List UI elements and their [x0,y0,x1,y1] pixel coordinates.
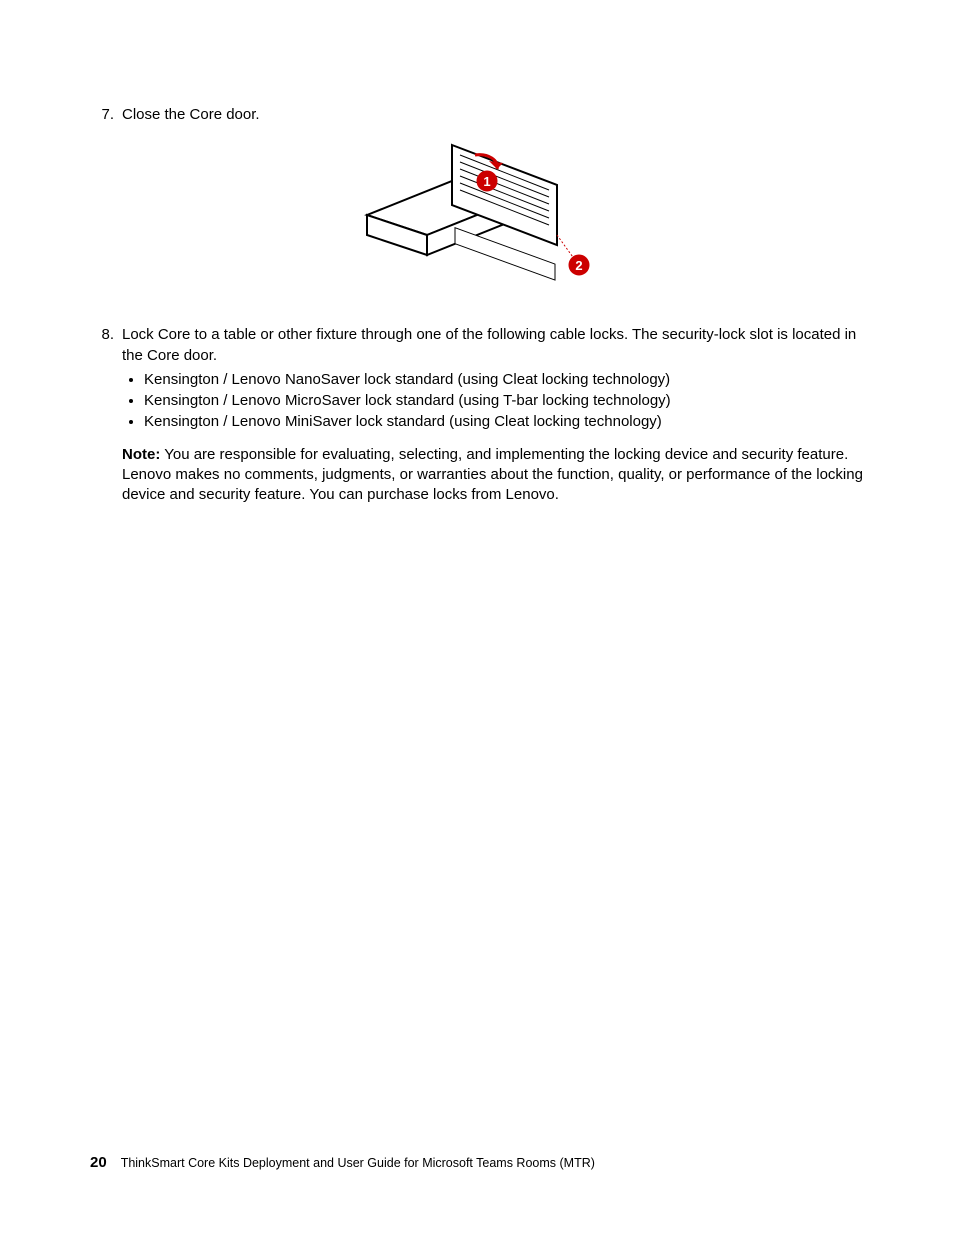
step-8-note: Note: You are responsible for evaluating… [122,445,864,506]
callout-2-label: 2 [575,258,582,273]
step-7: 7. Close the Core door. [90,105,864,125]
bullet-nanosaver: Kensington / Lenovo NanoSaver lock stand… [144,370,864,390]
page-footer: 20 ThinkSmart Core Kits Deployment and U… [90,1153,595,1173]
core-door-diagram-icon: 1 2 [357,135,597,305]
figure-close-core-door: 1 2 [90,135,864,305]
bullet-microsaver: Kensington / Lenovo MicroSaver lock stan… [144,391,864,411]
step-8: 8. Lock Core to a table or other fixture… [90,325,864,505]
page: 7. Close the Core door. [0,0,954,1235]
step-8-intro: Lock Core to a table or other fixture th… [122,325,864,366]
note-text: You are responsible for evaluating, sele… [122,446,863,504]
note-label: Note: [122,446,160,463]
callout-1-label: 1 [483,174,490,189]
footer-title: ThinkSmart Core Kits Deployment and User… [121,1155,595,1172]
step-8-number: 8. [90,325,122,505]
step-7-text: Close the Core door. [122,105,864,125]
step-8-body: Lock Core to a table or other fixture th… [122,325,864,505]
step-7-number: 7. [90,105,122,125]
page-number: 20 [90,1153,107,1173]
step-8-bullets: Kensington / Lenovo NanoSaver lock stand… [122,370,864,433]
bullet-minisaver: Kensington / Lenovo MiniSaver lock stand… [144,412,864,432]
